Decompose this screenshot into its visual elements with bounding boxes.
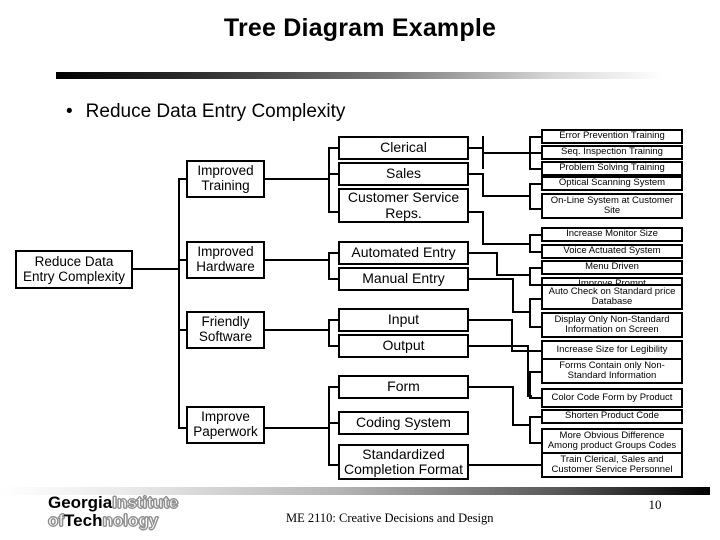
tree-leaf-shorten-product-code[interactable]: Shorten Product Code bbox=[541, 409, 683, 424]
tree-leaf-voice-actuated-system[interactable]: Voice Actuated System bbox=[541, 244, 683, 259]
wire-automated-link bbox=[496, 252, 498, 276]
logo-word-georgia: Georgia bbox=[48, 493, 113, 512]
tree-leaf-online-system-customer-site[interactable]: On-Line System at Customer Site bbox=[541, 193, 683, 219]
tree-leaf-display-only-non-standard[interactable]: Display Only Non-Standard Information on… bbox=[541, 312, 683, 338]
slide-canvas: Tree Diagram Example • Reduce Data Entry… bbox=[0, 0, 720, 540]
logo-word-of: of bbox=[47, 511, 65, 530]
wire-sales-down bbox=[482, 173, 484, 197]
wire-root-out bbox=[133, 268, 179, 270]
wire-automated-merge bbox=[496, 274, 530, 276]
tree-leaf-forms-contain-non-standard[interactable]: Forms Contain only Non-Standard Informat… bbox=[541, 358, 683, 384]
tree-leaf-optical-scanning-system[interactable]: Optical Scanning System bbox=[541, 176, 683, 191]
wire-manual-stem bbox=[469, 278, 513, 280]
logo-word-nology: nology bbox=[102, 511, 159, 530]
tree-node-root[interactable]: Reduce Data Entry Complexity bbox=[15, 250, 133, 289]
wire-input-down bbox=[511, 319, 513, 352]
wire-sales-merge bbox=[482, 195, 530, 197]
tree-leaf-color-code-form-by-product[interactable]: Color Code Form by Product bbox=[541, 388, 683, 408]
tree-leaf-menu-driven[interactable]: Menu Driven bbox=[541, 260, 683, 275]
georgia-tech-logo: GeorgiaInstitute ofTechnology bbox=[47, 493, 238, 534]
wire-group-a-bracket bbox=[328, 147, 330, 213]
tree-node-sales[interactable]: Sales bbox=[338, 162, 469, 186]
wire-csr-down bbox=[482, 211, 484, 245]
logo-word-tech: Tech bbox=[64, 511, 103, 530]
tree-leaf-increase-monitor-size[interactable]: Increase Monitor Size bbox=[541, 227, 683, 242]
tree-diagram: Reduce Data Entry Complexity Improved Tr… bbox=[0, 0, 720, 540]
tree-leaf-train-clerical-sales[interactable]: Train Clerical, Sales and Customer Servi… bbox=[541, 452, 683, 478]
tree-node-automated-entry[interactable]: Automated Entry bbox=[338, 241, 469, 265]
wire-input-stem bbox=[469, 319, 512, 321]
wire-leafgroup-7-bracket bbox=[529, 371, 531, 398]
wire-csr-stem bbox=[469, 211, 483, 213]
wire-form-stem bbox=[469, 386, 513, 388]
tree-leaf-problem-solving-training[interactable]: Problem Solving Training bbox=[541, 161, 683, 176]
wire-group-a-stem bbox=[265, 178, 329, 180]
tree-node-improve-paperwork[interactable]: Improve Paperwork bbox=[186, 406, 265, 444]
tree-leaf-auto-check-standard-price[interactable]: Auto Check on Standard price Database bbox=[541, 284, 683, 310]
page-number: 10 bbox=[648, 497, 662, 512]
tree-leaf-error-prevention-training[interactable]: Error Prevention Training bbox=[541, 129, 683, 144]
wire-automated-stem bbox=[469, 252, 497, 254]
wire-group-d-stem bbox=[265, 427, 329, 429]
tree-node-improved-hardware[interactable]: Improved Hardware bbox=[186, 241, 265, 279]
logo-word-institute: Institute bbox=[112, 493, 179, 512]
logo-line-2: ofTechnology bbox=[47, 511, 238, 530]
wire-form-merge bbox=[512, 424, 530, 426]
wire-group-b-bracket bbox=[328, 252, 330, 278]
logo-line-1: GeorgiaInstitute bbox=[48, 493, 238, 512]
tree-node-manual-entry[interactable]: Manual Entry bbox=[338, 267, 469, 291]
tree-node-coding-system[interactable]: Coding System bbox=[338, 411, 469, 435]
wire-form-down bbox=[512, 386, 514, 426]
wire-csr-merge bbox=[482, 243, 530, 245]
tree-leaf-seq-inspection-training[interactable]: Seq. Inspection Training bbox=[541, 145, 683, 160]
wire-group-d-bracket bbox=[328, 386, 330, 466]
footer-course-text: ME 2110: Creative Decisions and Design bbox=[286, 511, 494, 525]
wire-clerical-stem bbox=[469, 147, 483, 149]
tree-leaf-more-obvious-difference[interactable]: More Obvious Difference Among product Gr… bbox=[541, 428, 683, 454]
wire-standardized-stem bbox=[469, 464, 542, 466]
tree-node-clerical[interactable]: Clerical bbox=[338, 136, 469, 160]
wire-manual-down bbox=[512, 278, 514, 313]
tree-node-customer-service-reps[interactable]: Customer Service Reps. bbox=[338, 188, 469, 223]
wire-clerical-merge bbox=[482, 152, 530, 154]
wire-leafgroup-8-bracket bbox=[529, 416, 531, 443]
tree-leaf-increase-size-legibility[interactable]: Increase Size for Legibility bbox=[541, 340, 683, 360]
wire-sales-stem bbox=[469, 173, 483, 175]
wire-manual-merge bbox=[512, 311, 530, 313]
wire-level2-spine bbox=[178, 178, 180, 428]
wire-group-c-stem bbox=[265, 329, 329, 331]
tree-node-output[interactable]: Output bbox=[338, 334, 469, 358]
wire-group-b-stem bbox=[265, 259, 329, 261]
wire-output-stem bbox=[469, 345, 528, 347]
tree-node-improved-training[interactable]: Improved Training bbox=[186, 160, 265, 198]
wire-leafgroup-5-bracket bbox=[529, 298, 531, 327]
tree-node-form[interactable]: Form bbox=[338, 375, 469, 399]
tree-node-input[interactable]: Input bbox=[338, 308, 469, 332]
tree-node-friendly-software[interactable]: Friendly Software bbox=[186, 311, 265, 349]
wire-leafgroup-2-bracket bbox=[529, 183, 531, 210]
tree-node-standardized-completion-format[interactable]: Standardized Completion Format bbox=[338, 444, 469, 480]
wire-group-c-bracket bbox=[328, 319, 330, 346]
